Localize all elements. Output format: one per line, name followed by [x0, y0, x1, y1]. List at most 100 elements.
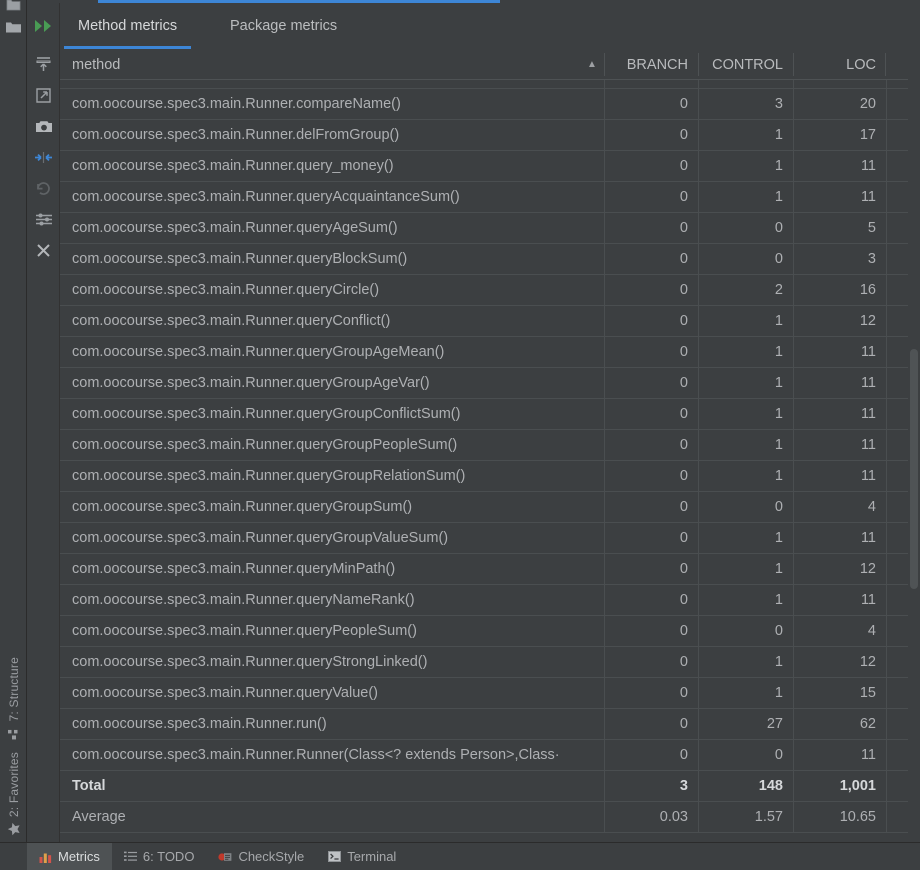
statusbar-terminal[interactable]: Terminal — [316, 843, 408, 870]
cell-loc: 17 — [859, 127, 876, 143]
statusbar-checkstyle[interactable]: CheckStyle — [206, 843, 316, 870]
column-divider — [793, 647, 794, 677]
cell-branch: 0.03 — [659, 809, 688, 825]
table-row[interactable]: com.oocourse.spec3.main.Runner.queryPeop… — [60, 616, 920, 647]
cell-method: com.oocourse.spec3.main.Runner.queryGrou… — [72, 530, 449, 546]
terminal-icon — [328, 851, 342, 862]
cell-loc: 11 — [860, 375, 876, 391]
table-row[interactable]: com.oocourse.spec3.main.Runner.queryValu… — [60, 678, 920, 709]
close-x-icon[interactable] — [27, 235, 60, 266]
column-header-method[interactable]: method — [60, 49, 604, 80]
statusbar-todo[interactable]: 6: TODO — [112, 843, 207, 870]
column-header-branch[interactable]: BRANCH — [604, 49, 698, 80]
table-row[interactable]: com.oocourse.spec3.main.Runner.queryGrou… — [60, 399, 920, 430]
column-divider — [793, 306, 794, 336]
column-divider — [793, 709, 794, 739]
cell-method: com.oocourse.spec3.main.Runner.queryGrou… — [72, 344, 445, 360]
column-divider — [886, 802, 887, 832]
column-divider — [698, 709, 699, 739]
sidebar-tab-favorites[interactable]: 2: Favorites — [7, 746, 21, 842]
cell-loc: 11 — [860, 468, 876, 484]
cell-branch: 0 — [679, 716, 688, 732]
cell-control: 1 — [774, 313, 783, 329]
tab-package-metrics[interactable]: Package metrics — [216, 3, 351, 49]
table-row[interactable]: com.oocourse.spec3.main.Runner.queryMinP… — [60, 554, 920, 585]
project-folder-icon-2[interactable] — [0, 14, 27, 40]
table-row[interactable]: com.oocourse.spec3.main.Runner.queryGrou… — [60, 492, 920, 523]
table-row[interactable]: com.oocourse.spec3.main.Runner.queryAgeS… — [60, 213, 920, 244]
table-row[interactable]: com.oocourse.spec3.main.Runner.queryGrou… — [60, 461, 920, 492]
project-folder-icon[interactable] — [0, 0, 27, 14]
column-divider — [698, 585, 699, 615]
column-divider — [886, 151, 887, 181]
run-metrics-button[interactable] — [27, 3, 60, 49]
tab-method-metrics[interactable]: Method metrics — [64, 3, 192, 49]
table-row[interactable]: com.oocourse.spec3.main.Runner.queryBloc… — [60, 244, 920, 275]
compare-arrows-icon[interactable] — [27, 142, 60, 173]
column-divider — [886, 771, 887, 801]
column-divider — [604, 151, 605, 181]
column-divider — [886, 616, 887, 646]
sidebar-tab-structure[interactable]: 7: Structure — [7, 651, 21, 745]
sliders-icon[interactable] — [27, 204, 60, 235]
table-summary-row-average[interactable]: Average 0.03 1.57 10.65 — [60, 802, 920, 833]
column-divider — [698, 368, 699, 398]
column-divider — [698, 151, 699, 181]
cell-control: 0 — [774, 747, 783, 763]
cell-loc: 11 — [860, 592, 876, 608]
column-divider — [698, 275, 699, 305]
column-divider — [886, 368, 887, 398]
cell-method: com.oocourse.spec3.main.Runner.queryGrou… — [72, 437, 458, 453]
collapse-to-top-icon[interactable] — [27, 49, 60, 80]
column-divider — [698, 492, 699, 522]
cell-loc: 1,001 — [839, 778, 876, 794]
table-vertical-scrollbar[interactable] — [908, 49, 920, 842]
table-row[interactable]: com.oocourse.spec3.main.Runner.queryAcqu… — [60, 182, 920, 213]
cell-method: com.oocourse.spec3.main.Runner.queryGrou… — [72, 468, 466, 484]
statusbar-metrics[interactable]: Metrics — [27, 842, 112, 870]
camera-icon[interactable] — [27, 111, 60, 142]
table-scrollbar-thumb[interactable] — [910, 349, 918, 589]
column-divider — [604, 678, 605, 708]
table-row[interactable]: com.oocourse.spec3.main.Runner.compareNa… — [60, 89, 920, 120]
table-row[interactable]: com.oocourse.spec3.main.Runner.delFromGr… — [60, 120, 920, 151]
cell-control: 0 — [774, 499, 783, 515]
column-divider — [793, 337, 794, 367]
cell-loc: 20 — [859, 96, 876, 112]
table-row-partial[interactable] — [60, 80, 920, 89]
table-row[interactable]: com.oocourse.spec3.main.Runner.queryStro… — [60, 647, 920, 678]
column-header-loc[interactable]: LOC — [793, 49, 886, 80]
column-divider — [604, 616, 605, 646]
table-row[interactable]: com.oocourse.spec3.main.Runner.queryCirc… — [60, 275, 920, 306]
table-row[interactable]: com.oocourse.spec3.main.Runner.queryName… — [60, 585, 920, 616]
table-row[interactable]: com.oocourse.spec3.main.Runner.query_mon… — [60, 151, 920, 182]
table-summary-row-total[interactable]: Total 3 148 1,001 — [60, 771, 920, 802]
column-divider — [698, 461, 699, 491]
metrics-table-header: method ▲ BRANCH CONTROL LOC — [60, 49, 920, 80]
column-divider — [793, 771, 794, 801]
table-row[interactable]: com.oocourse.spec3.main.Runner.queryGrou… — [60, 368, 920, 399]
cell-branch: 0 — [679, 561, 688, 577]
column-divider — [793, 585, 794, 615]
table-row[interactable]: com.oocourse.spec3.main.Runner.queryGrou… — [60, 523, 920, 554]
cell-method: com.oocourse.spec3.main.Runner.query_mon… — [72, 158, 394, 174]
column-header-loc-label: LOC — [846, 56, 876, 73]
cell-control: 1 — [774, 406, 783, 422]
table-row[interactable]: com.oocourse.spec3.main.Runner.queryConf… — [60, 306, 920, 337]
column-divider — [604, 275, 605, 305]
cell-method: com.oocourse.spec3.main.Runner.queryValu… — [72, 685, 379, 701]
column-divider — [698, 182, 699, 212]
table-row[interactable]: com.oocourse.spec3.main.Runner.run() 0 27 6… — [60, 709, 920, 740]
table-row[interactable]: com.oocourse.spec3.main.Runner.queryGrou… — [60, 337, 920, 368]
column-divider — [886, 213, 887, 243]
metrics-table-body[interactable]: com.oocourse.spec3.main.Runner.compareNa… — [60, 80, 920, 842]
cell-control: 148 — [758, 778, 783, 794]
column-header-control[interactable]: CONTROL — [698, 49, 793, 80]
column-divider — [698, 523, 699, 553]
column-header-branch-label: BRANCH — [626, 56, 688, 73]
expand-arrow-icon[interactable] — [27, 80, 60, 111]
column-divider — [604, 399, 605, 429]
table-row[interactable]: com.oocourse.spec3.main.Runner.queryGrou… — [60, 430, 920, 461]
table-row[interactable]: com.oocourse.spec3.main.Runner.Runner(Cl… — [60, 740, 920, 771]
cell-method: com.oocourse.spec3.main.Runner.queryPeop… — [72, 623, 417, 639]
